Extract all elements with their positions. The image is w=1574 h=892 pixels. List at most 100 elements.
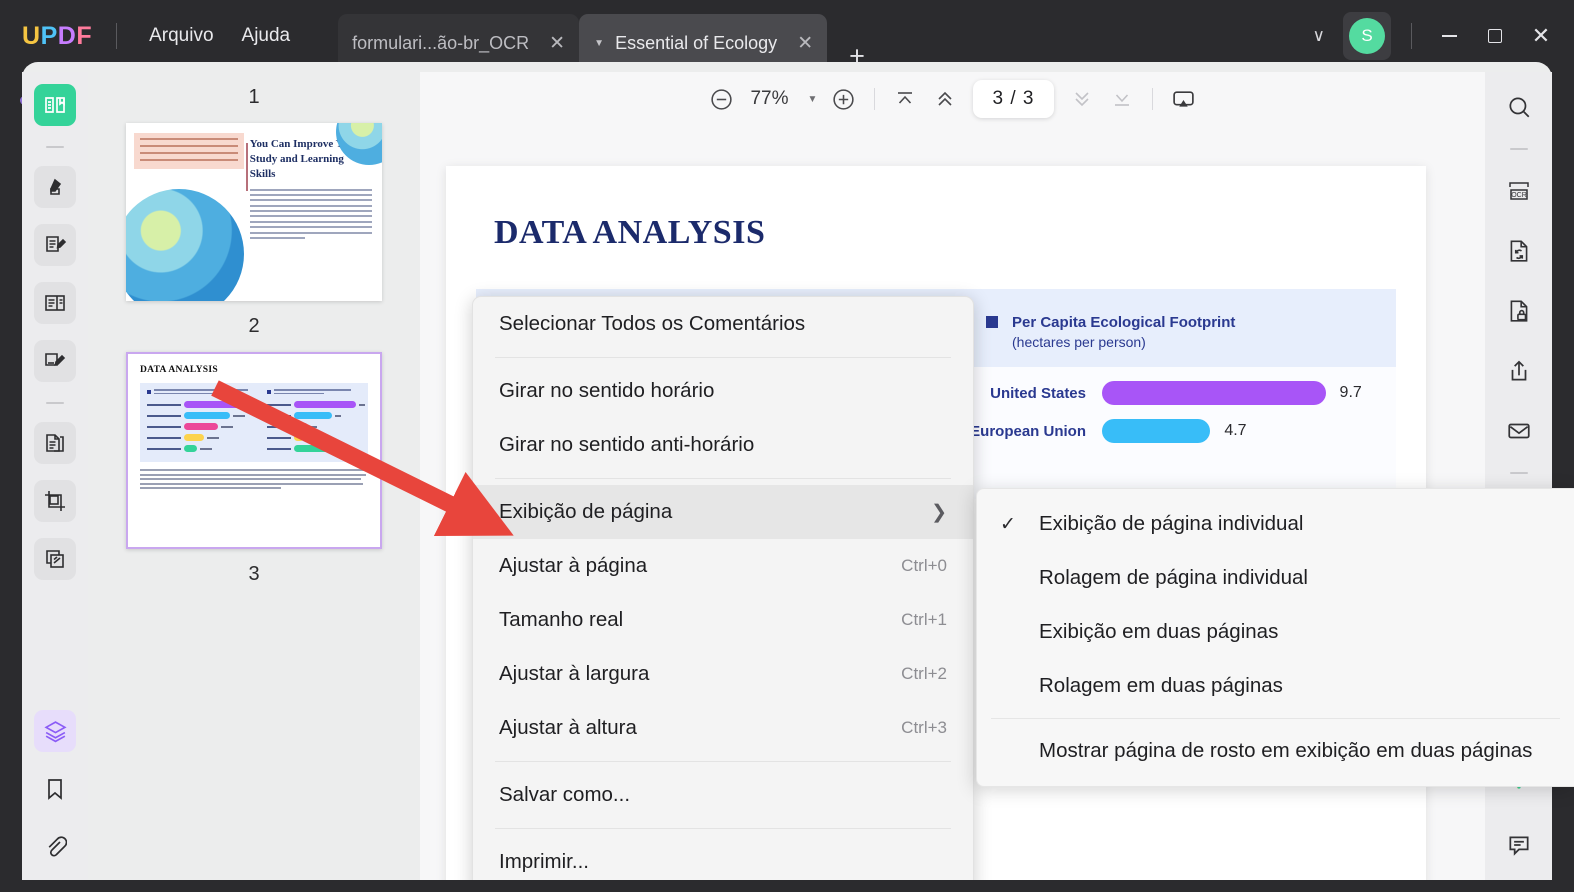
thumbnail-page-2[interactable]: You Can Improve Your Study and Learning … xyxy=(126,123,382,301)
sidebar-item-highlighter[interactable] xyxy=(34,166,76,208)
close-icon[interactable]: ✕ xyxy=(797,32,813,55)
thumbnail-body-text xyxy=(249,188,372,240)
page-organize-icon xyxy=(46,434,64,452)
chevron-down-icon[interactable]: ▼ xyxy=(802,94,824,105)
sidebar-item-batch[interactable] xyxy=(34,538,76,580)
submenu-item-3[interactable]: Rolagem em duas páginas xyxy=(977,659,1574,713)
convert-icon xyxy=(1510,240,1527,262)
svg-text:OCR: OCR xyxy=(1511,192,1527,199)
sidebar-item-comment[interactable] xyxy=(1498,824,1540,866)
page-indicator[interactable]: 3 / 3 xyxy=(972,80,1055,118)
sidebar-item-sign[interactable] xyxy=(34,340,76,382)
menu-item-2[interactable]: Girar no sentido anti-horário xyxy=(473,418,973,472)
logo-letter-p: P xyxy=(40,21,58,50)
minimize-button[interactable] xyxy=(1426,13,1472,59)
prev-page-button[interactable] xyxy=(925,79,965,119)
menu-item-7[interactable]: Ajustar à altura Ctrl+3 xyxy=(473,701,973,755)
last-page-button[interactable] xyxy=(1102,79,1142,119)
menu-item-label: Imprimir... xyxy=(499,850,589,873)
menu-item-shortcut: Ctrl+0 xyxy=(901,556,947,575)
submenu-item-label: Exibição de página individual xyxy=(1039,512,1304,535)
menu-item-1[interactable]: Girar no sentido horário xyxy=(473,364,973,418)
thumbnail-paragraph xyxy=(140,469,368,490)
close-icon[interactable]: ✕ xyxy=(549,32,565,55)
menu-item-label: Ajustar à página xyxy=(499,554,648,577)
layers-icon xyxy=(43,720,67,742)
thumbnail-panel[interactable]: 1 You Can Improve Your Study and Learnin… xyxy=(88,72,420,892)
avatar: S xyxy=(1349,18,1385,54)
tab-list-chevron-icon[interactable]: ∨ xyxy=(1301,20,1337,52)
menu-item-4[interactable]: Ajustar à página Ctrl+0 xyxy=(473,539,973,593)
maximize-button[interactable] xyxy=(1472,13,1518,59)
sidebar-item-email[interactable] xyxy=(1498,410,1540,452)
protect-icon xyxy=(1510,300,1527,322)
logo-letter-d: D xyxy=(57,21,77,50)
window-close-button[interactable]: ✕ xyxy=(1518,13,1564,59)
sidebar-item-crop[interactable] xyxy=(34,480,76,522)
thumbnail-page-number-3: 3 xyxy=(248,563,260,585)
thumbnail-page-3[interactable]: DATA ANALYSIS xyxy=(126,352,382,549)
context-menu[interactable]: Selecionar Todos os Comentários Girar no … xyxy=(472,296,974,892)
zoom-out-button[interactable] xyxy=(702,79,742,119)
sidebar-item-form[interactable] xyxy=(34,282,76,324)
menu-item-shortcut: Ctrl+3 xyxy=(901,718,947,737)
next-page-button[interactable] xyxy=(1062,79,1102,119)
sidebar-item-convert[interactable] xyxy=(1498,230,1540,272)
submenu-item-4[interactable]: Mostrar página de rosto em exibição em d… xyxy=(977,724,1574,778)
account-button[interactable]: S xyxy=(1343,12,1391,60)
search-icon xyxy=(1508,97,1529,118)
right-rail-divider xyxy=(1509,148,1528,150)
next-page-icon xyxy=(1075,92,1090,107)
sidebar-item-share[interactable] xyxy=(1498,350,1540,392)
left-toolbar xyxy=(22,72,88,892)
menu-item-3[interactable]: Exibição de página ❯ xyxy=(473,485,973,539)
edit-text-icon xyxy=(46,236,67,252)
sidebar-item-edit-text[interactable] xyxy=(34,224,76,266)
zoom-in-button[interactable] xyxy=(824,79,864,119)
first-page-button[interactable] xyxy=(885,79,925,119)
reader-icon xyxy=(45,97,65,113)
logo-letter-u: U xyxy=(22,21,41,50)
minimize-icon xyxy=(1441,35,1457,37)
thumbnail-note-box xyxy=(134,133,244,169)
menu-item-5[interactable]: Tamanho real Ctrl+1 xyxy=(473,593,973,647)
menu-item-label: Ajustar à altura xyxy=(499,716,637,739)
menu-item-8[interactable]: Salvar como... xyxy=(473,768,973,822)
bar-label-2: European Union xyxy=(970,422,1086,440)
maximize-icon xyxy=(1488,29,1502,43)
bar-label: United States xyxy=(990,384,1086,402)
thumbnail-art: You Can Improve Your Study and Learning … xyxy=(126,123,382,301)
crop-icon xyxy=(45,491,65,511)
sidebar-item-search[interactable] xyxy=(1498,86,1540,128)
present-button[interactable] xyxy=(1163,79,1203,119)
prev-page-icon xyxy=(937,91,952,106)
zoom-level[interactable]: 77% xyxy=(742,88,798,110)
titlebar-divider xyxy=(116,23,118,49)
right-rail-divider-2 xyxy=(1509,472,1528,474)
submenu-item-1[interactable]: Rolagem de página individual xyxy=(977,551,1574,605)
submenu-item-0[interactable]: ✓ Exibição de página individual xyxy=(977,497,1574,551)
updf-logo: UPDF xyxy=(22,22,92,51)
menu-separator xyxy=(495,761,951,762)
menu-item-label: Ajustar à largura xyxy=(499,662,650,685)
sidebar-item-attachment[interactable] xyxy=(34,826,76,868)
menu-ajuda[interactable]: Ajuda xyxy=(228,19,305,53)
sidebar-item-layers[interactable] xyxy=(34,710,76,752)
sidebar-item-ocr[interactable]: OCR xyxy=(1498,170,1540,212)
page-display-submenu[interactable]: ✓ Exibição de página individual Rolagem de… xyxy=(976,488,1574,787)
sidebar-item-bookmark[interactable] xyxy=(34,768,76,810)
submenu-item-2[interactable]: Exibição em duas páginas xyxy=(977,605,1574,659)
menu-item-6[interactable]: Ajustar à largura Ctrl+2 xyxy=(473,647,973,701)
thumbnail-accent-bar xyxy=(246,143,249,191)
menu-item-0[interactable]: Selecionar Todos os Comentários xyxy=(473,297,973,351)
chevron-down-icon[interactable]: ▼ xyxy=(593,38,605,49)
menu-item-shortcut: Ctrl+2 xyxy=(901,664,947,683)
page-title: DATA ANALYSIS xyxy=(494,214,766,251)
zoom-out-icon xyxy=(711,88,732,110)
sidebar-item-reader[interactable] xyxy=(34,84,76,126)
highlighter-icon xyxy=(50,178,62,195)
sidebar-item-page-organize[interactable] xyxy=(34,422,76,464)
controls-divider xyxy=(1411,23,1412,49)
menu-arquivo[interactable]: Arquivo xyxy=(135,19,227,53)
sidebar-item-protect[interactable] xyxy=(1498,290,1540,332)
